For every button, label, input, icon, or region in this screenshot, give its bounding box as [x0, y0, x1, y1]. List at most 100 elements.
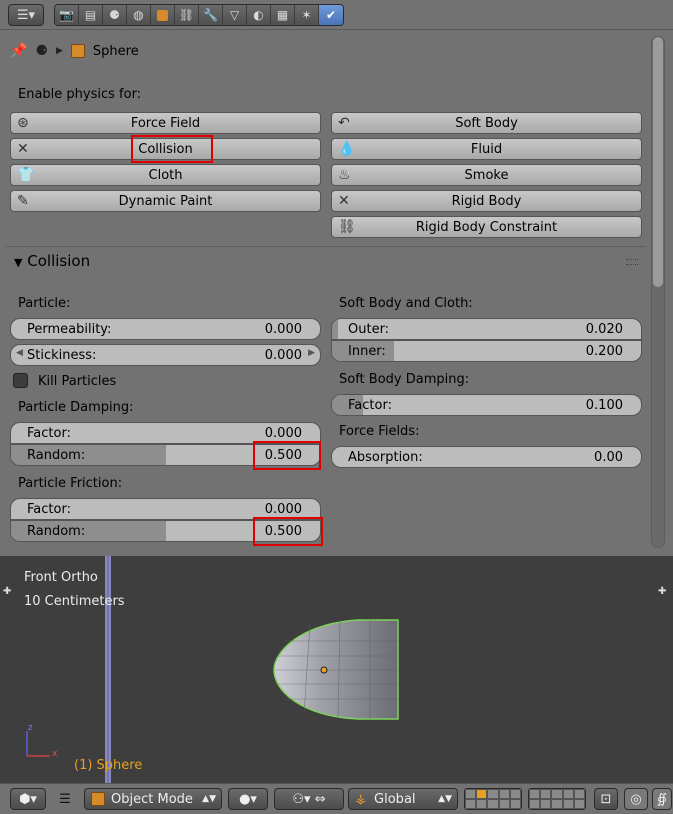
permeability-slider[interactable]: Permeability: 0.000	[10, 318, 321, 340]
grid-scale: 10 Centimeters	[24, 594, 125, 609]
cube-icon: ⬢▾	[19, 791, 37, 807]
rigid-body-constraint-button[interactable]: ⛓ Rigid Body Constraint	[331, 216, 642, 238]
layer-buttons-1[interactable]	[464, 788, 522, 810]
layer-button[interactable]	[573, 789, 585, 799]
layer-buttons-2[interactable]	[528, 788, 586, 810]
smoke-icon: ♨	[338, 167, 351, 183]
collision-panel-header[interactable]: ▼ Collision	[14, 252, 90, 270]
object-icon[interactable]	[151, 5, 175, 25]
world-icon[interactable]: ◍	[127, 5, 151, 25]
layer-button[interactable]	[509, 799, 521, 809]
fluid-button[interactable]: 💧 Fluid	[331, 138, 642, 160]
breadcrumb: 📌 ⚈ ▶ Sphere	[10, 40, 139, 62]
dynamic-paint-button[interactable]: ✎ Dynamic Paint	[10, 190, 321, 212]
active-object-label: (1) Sphere	[74, 758, 143, 773]
properties-panel: 📌 ⚈ ▶ Sphere Enable physics for: ⊛ Force …	[0, 30, 673, 554]
pivot-selector[interactable]: ⚇▾ ⇔	[274, 788, 344, 810]
stickiness-field[interactable]: ◀ Stickiness: 0.000 ▶	[10, 344, 321, 366]
layer-button[interactable]	[529, 789, 541, 799]
brush-icon: ✎	[17, 193, 29, 209]
particles-icon[interactable]: ✶	[295, 5, 319, 25]
layer-button[interactable]	[465, 789, 477, 799]
snap-icon: ∯	[656, 791, 668, 807]
texture-icon[interactable]: ▦	[271, 5, 295, 25]
snap-button[interactable]: ∯	[652, 788, 672, 810]
layer-button[interactable]	[562, 799, 574, 809]
smoke-button[interactable]: ♨ Smoke	[331, 164, 642, 186]
kill-particles-checkbox[interactable]	[13, 373, 28, 388]
render-layers-icon[interactable]: ▤	[79, 5, 103, 25]
inner-slider[interactable]: Inner: 0.200	[331, 340, 642, 362]
pin-icon[interactable]: 📌	[10, 43, 27, 59]
layer-button[interactable]	[551, 789, 563, 799]
layer-button[interactable]	[498, 789, 510, 799]
object-origin	[320, 666, 328, 674]
layer-button[interactable]	[487, 799, 499, 809]
rigid-body-button[interactable]: ✕ Rigid Body	[331, 190, 642, 212]
layer-button[interactable]	[476, 789, 488, 799]
layer-button[interactable]	[573, 799, 585, 809]
scroll-thumb[interactable]	[653, 37, 663, 287]
shading-selector[interactable]: ●▾	[228, 788, 268, 810]
damping-factor-slider[interactable]: Factor: 0.000	[10, 422, 321, 444]
chevron-updown-icon: ▲▼	[202, 794, 216, 804]
scene-icon[interactable]: ⚈	[103, 5, 127, 25]
sphere-mesh[interactable]	[273, 619, 399, 720]
layer-button[interactable]	[487, 789, 499, 799]
layer-button[interactable]	[540, 789, 552, 799]
soft-body-cloth-label: Soft Body and Cloth:	[339, 296, 473, 311]
sb-damping-factor-slider[interactable]: Factor: 0.100	[331, 394, 642, 416]
editor-type-button[interactable]: ☰▾	[8, 4, 44, 26]
transform-manipulator-icon: ⚶	[355, 791, 367, 807]
fluid-icon: 💧	[338, 141, 356, 157]
object-cube-icon	[70, 44, 85, 58]
force-fields-label: Force Fields:	[339, 424, 420, 439]
chevron-right-icon: ▶	[56, 46, 63, 56]
scrollbar[interactable]	[651, 36, 665, 548]
pivot-icon: ⚇▾ ⇔	[292, 791, 326, 807]
damping-random-slider[interactable]: Random: 0.500	[10, 444, 321, 466]
force-field-icon: ⊛	[17, 115, 29, 131]
close-icon: ✕	[17, 141, 29, 157]
cloth-button[interactable]: 👕 Cloth	[10, 164, 321, 186]
plus-icon[interactable]: ✚	[658, 586, 666, 597]
physics-icon[interactable]: ✔	[319, 5, 343, 25]
layer-button[interactable]	[551, 799, 563, 809]
friction-factor-slider[interactable]: Factor: 0.000	[10, 498, 321, 520]
mode-selector[interactable]: Object Mode ▲▼	[84, 788, 222, 810]
absorption-slider[interactable]: Absorption: 0.00	[331, 446, 642, 468]
orientation-selector[interactable]: ⚶ Global ▲▼	[348, 788, 458, 810]
layer-button[interactable]	[562, 789, 574, 799]
data-icon[interactable]: ▽	[223, 5, 247, 25]
render-preview-button[interactable]: ◎	[624, 788, 648, 810]
properties-editor-icon: ☰▾	[16, 7, 36, 23]
render-icon[interactable]: 📷	[55, 5, 79, 25]
layer-button[interactable]	[498, 799, 510, 809]
collision-button[interactable]: ✕ Collision	[10, 138, 321, 160]
plus-icon[interactable]: ✚	[3, 586, 11, 597]
menu-icon[interactable]: ☰	[54, 788, 76, 810]
outer-slider[interactable]: Outer: 0.020	[331, 318, 642, 340]
particle-label: Particle:	[18, 296, 71, 311]
increment-arrow-icon[interactable]: ▶	[308, 348, 315, 358]
layer-button[interactable]	[476, 799, 488, 809]
layer-button[interactable]	[465, 799, 477, 809]
particle-damping-label: Particle Damping:	[18, 400, 134, 415]
scene-icon: ⚈	[35, 43, 48, 59]
material-icon[interactable]: ◐	[247, 5, 271, 25]
friction-random-slider[interactable]: Random: 0.500	[10, 520, 321, 542]
layer-button[interactable]	[540, 799, 552, 809]
axis-z-label: z	[28, 723, 33, 733]
decrement-arrow-icon[interactable]: ◀	[16, 348, 23, 358]
layer-button[interactable]	[529, 799, 541, 809]
soft-body-button[interactable]: ↶ Soft Body	[331, 112, 642, 134]
viewport-header: ⬢▾ ☰ Object Mode ▲▼ ●▾ ⚇▾ ⇔ ⚶ Global ▲▼ …	[0, 783, 673, 814]
drag-grip-icon[interactable]	[626, 259, 638, 265]
force-field-button[interactable]: ⊛ Force Field	[10, 112, 321, 134]
modifiers-icon[interactable]: 🔧	[199, 5, 223, 25]
layer-button[interactable]	[509, 789, 521, 799]
constraints-icon[interactable]: ⛓	[175, 5, 199, 25]
3d-viewport[interactable]: z x Front Ortho 10 Centimeters (1) Spher…	[0, 556, 673, 783]
lock-camera-button[interactable]: ⊡	[594, 788, 618, 810]
editor-type-button[interactable]: ⬢▾	[10, 788, 46, 810]
